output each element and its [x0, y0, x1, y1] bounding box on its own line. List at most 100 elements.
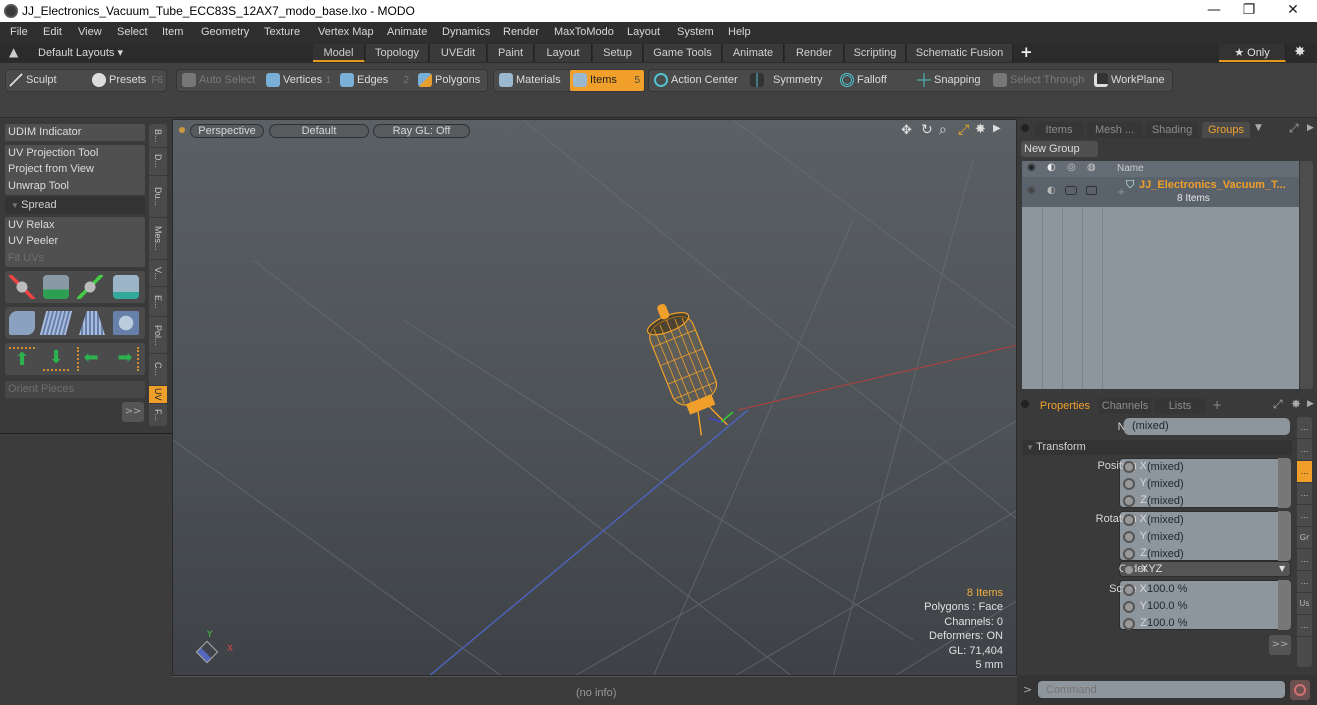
tab-channels[interactable]: Channels [1099, 398, 1151, 414]
items-button[interactable]: Items 5 [570, 70, 644, 91]
side-tab-2[interactable]: ... [1297, 439, 1312, 461]
scale-z-field[interactable]: 100.0 % [1139, 615, 1289, 632]
unwrap-tool-button[interactable]: Unwrap Tool [5, 178, 145, 195]
uv-planar-icon[interactable] [39, 311, 73, 335]
menu-render[interactable]: Render [503, 26, 539, 38]
menu-help[interactable]: Help [728, 26, 751, 38]
align-bottom-arrow-icon[interactable]: ⬇ [43, 347, 69, 371]
vertices-button[interactable]: Vertices 1 [263, 70, 335, 91]
tab-schematic-fusion[interactable]: Schematic Fusion [907, 44, 1013, 62]
pan-icon[interactable]: ✥ [901, 123, 912, 138]
position-y-anim-dot[interactable] [1123, 478, 1135, 490]
row-lock-toggle[interactable] [1065, 186, 1077, 195]
position-x-anim-dot[interactable] [1123, 461, 1135, 473]
tab-model[interactable]: Model [313, 44, 365, 62]
align-top-arrow-icon[interactable]: ⬆ [9, 347, 35, 371]
expand-group-icon[interactable]: + [1117, 187, 1125, 198]
group-name[interactable]: JJ_Electronics_Vacuum_T... [1139, 179, 1286, 191]
view-mode-button[interactable]: Perspective [190, 124, 264, 138]
position-drag-handle[interactable] [1278, 458, 1291, 508]
name-field[interactable]: (mixed) [1124, 418, 1290, 435]
tabs-dropdown-icon[interactable]: ▼ [1255, 123, 1262, 133]
rotation-x-field[interactable]: (mixed) [1139, 512, 1289, 529]
row-visibility-icon[interactable]: ◉ [1027, 185, 1036, 196]
vtab-fusion[interactable]: F... [149, 404, 167, 427]
fit-uvs-button[interactable]: Fit UVs [5, 250, 145, 267]
position-x-field[interactable]: (mixed) [1139, 459, 1289, 476]
polygons-button[interactable]: Polygons [415, 70, 487, 91]
menu-dynamics[interactable]: Dynamics [442, 26, 490, 38]
side-tab-user[interactable]: Us [1297, 593, 1312, 615]
uv-cylinder-icon[interactable] [9, 311, 35, 335]
side-tab-7[interactable]: ... [1297, 549, 1312, 571]
order-dropdown[interactable]: XYZ [1137, 561, 1287, 578]
tab-game-tools[interactable]: Game Tools [644, 44, 722, 62]
sculpt-button[interactable]: Sculpt [6, 70, 86, 91]
rotation-z-anim-dot[interactable] [1123, 548, 1135, 560]
side-tab-10[interactable]: ... [1297, 615, 1312, 637]
tab-topology[interactable]: Topology [366, 44, 429, 62]
menu-system[interactable]: System [677, 26, 714, 38]
menu-file[interactable]: File [10, 26, 28, 38]
menu-view[interactable]: View [78, 26, 102, 38]
expand-panel-icon[interactable]: ⤢ [1289, 121, 1299, 136]
row-render-icon[interactable]: ◐ [1047, 185, 1056, 196]
group-row[interactable]: ◉ ◐ + ⛉ JJ_Electronics_Vacuum_T... 8 Ite… [1022, 177, 1299, 207]
orient-pieces-button[interactable]: Orient Pieces [5, 381, 145, 398]
menu-animate[interactable]: Animate [387, 26, 427, 38]
align-left-arrow-icon[interactable]: ⬅ [77, 347, 103, 371]
shading-mode-button[interactable]: Default [269, 124, 369, 138]
zoom-view-icon[interactable]: ⌕ [939, 122, 947, 138]
vtab-deform[interactable]: D... [149, 148, 167, 176]
snapping-button[interactable]: Snapping [914, 70, 986, 91]
menu-edit[interactable]: Edit [43, 26, 62, 38]
tab-lists[interactable]: Lists [1155, 398, 1205, 414]
record-macro-button[interactable] [1290, 680, 1310, 700]
uv-move-icon[interactable] [9, 275, 35, 299]
lock-column-icon[interactable]: ◎ [1067, 162, 1076, 173]
tab-properties[interactable]: Properties [1035, 398, 1095, 414]
command-input[interactable] [1038, 681, 1285, 698]
project-from-view-button[interactable]: Project from View [5, 161, 145, 178]
layout-toggle-icon[interactable]: ▲ [9, 45, 18, 59]
uv-peeler-button[interactable]: UV Peeler [5, 233, 145, 250]
add-layout-tab-button[interactable]: + [1020, 43, 1033, 61]
uv-transform-icon[interactable] [113, 275, 139, 299]
menu-maxtomodo[interactable]: MaxToModo [554, 26, 614, 38]
minimize-button[interactable]: — [1194, 2, 1234, 18]
scale-x-anim-dot[interactable] [1123, 584, 1135, 596]
vacuum-tube-model[interactable] [643, 290, 763, 450]
tab-mesh[interactable]: Mesh ... [1087, 122, 1142, 138]
side-tab-5[interactable]: ... [1297, 505, 1312, 527]
menu-texture[interactable]: Texture [264, 26, 300, 38]
side-tab-4[interactable]: ... [1297, 483, 1312, 505]
transform-section-header[interactable]: ▼ Transform [1022, 440, 1292, 455]
add-properties-tab-button[interactable]: + [1212, 398, 1222, 412]
vtab-mesh-edit[interactable]: Mes... [149, 218, 167, 260]
position-z-anim-dot[interactable] [1123, 495, 1135, 507]
uv-rotate-icon[interactable] [43, 275, 69, 299]
new-group-button[interactable]: New Group [1021, 141, 1098, 157]
action-center-button[interactable]: Action Center [651, 70, 743, 91]
properties-menu-arrow-icon[interactable]: ▶ [1307, 399, 1314, 409]
vtab-curve[interactable]: C... [149, 354, 167, 386]
auto-select-button[interactable]: Auto Select [179, 70, 261, 91]
rotate-view-icon[interactable]: ↻ [921, 122, 933, 138]
vtab-edge[interactable]: E... [149, 287, 167, 317]
side-tab-3[interactable]: ... [1297, 461, 1312, 483]
spread-section-header[interactable]: ▼ Spread [5, 197, 145, 214]
vtab-vertex[interactable]: V... [149, 260, 167, 287]
vtab-polygon[interactable]: Pol... [149, 317, 167, 354]
scale-z-anim-dot[interactable] [1123, 618, 1135, 630]
rotation-y-field[interactable]: (mixed) [1139, 529, 1289, 546]
select-column-icon[interactable]: ◍ [1087, 162, 1096, 173]
groups-scrollbar[interactable] [1300, 161, 1313, 389]
rotation-y-anim-dot[interactable] [1123, 531, 1135, 543]
align-right-arrow-icon[interactable]: ➡ [113, 347, 139, 371]
scale-y-field[interactable]: 100.0 % [1139, 598, 1289, 615]
visibility-column-icon[interactable]: ◉ [1027, 162, 1036, 173]
tab-render[interactable]: Render [785, 44, 844, 62]
side-tab-groups[interactable]: Gr [1297, 527, 1312, 549]
uv-sphere-icon[interactable] [113, 311, 139, 335]
side-tab-8[interactable]: ... [1297, 571, 1312, 593]
